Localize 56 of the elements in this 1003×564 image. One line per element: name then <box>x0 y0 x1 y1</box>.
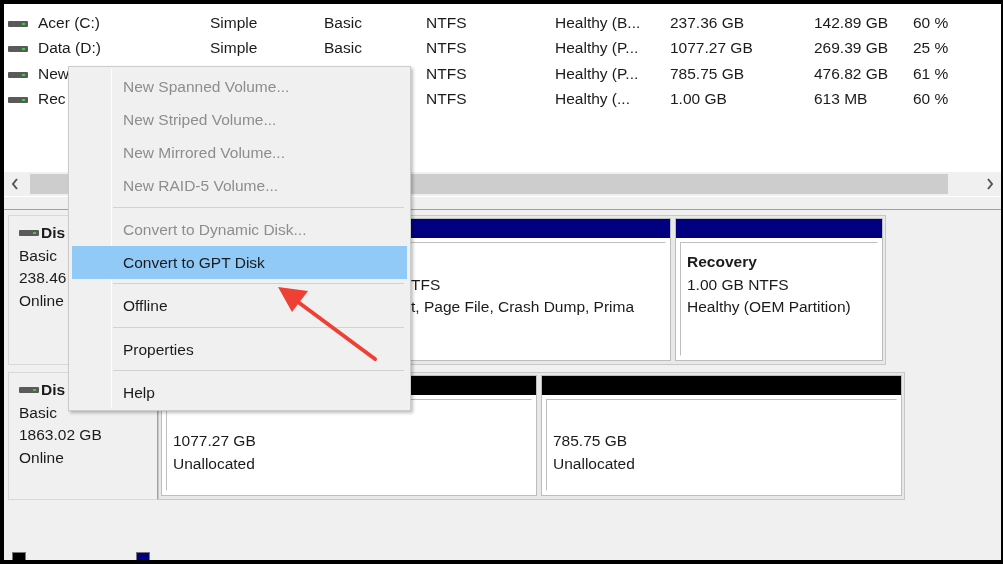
layout-cell-text: Simple <box>210 13 259 32</box>
partition-info: t, Page File, Crash Dump, Prima <box>411 297 636 317</box>
partition-block[interactable]: Recovery 1.00 GB NTFS Healthy (OEM Partition) <box>675 218 883 361</box>
disk-info: Basic <box>19 245 57 266</box>
capacity-cell-text: 237.36 GB <box>670 13 746 32</box>
menu-item[interactable]: Convert to GPT Disk <box>72 245 407 279</box>
volume-name: Acer (C:) <box>38 13 101 32</box>
drive-icon <box>19 386 39 395</box>
free-space-cell-text: 613 MB <box>814 90 869 109</box>
partition-info: Healthy (OEM Partition) <box>687 297 852 317</box>
layout-cell-text: Simple <box>210 39 259 58</box>
type-cell-text: Basic <box>324 39 363 58</box>
percent-free-cell-text: 60 % <box>913 90 950 109</box>
partition-info: TFS <box>411 274 442 295</box>
file-system-cell-text: NTFS <box>426 90 468 109</box>
type-cell-text: Basic <box>324 13 363 32</box>
drive-icon <box>8 70 28 79</box>
percent-free-cell-text: 25 % <box>913 39 950 58</box>
partition-info: 1.00 GB NTFS <box>687 274 790 295</box>
disk-name: Dis <box>41 380 66 400</box>
file-system-cell-text: NTFS <box>426 64 468 83</box>
disk-info: Online <box>19 447 64 468</box>
drive-icon <box>8 96 28 105</box>
percent-free-cell-text: 61 % <box>913 64 950 83</box>
status-cell-text: Healthy (B... <box>555 13 642 32</box>
drive-icon <box>19 229 39 238</box>
disk-info: Basic <box>19 402 57 423</box>
drive-icon <box>8 45 28 54</box>
disk-info: Online <box>19 290 64 311</box>
drive-icon <box>8 19 28 28</box>
file-system-cell-text: NTFS <box>426 13 468 32</box>
volume-name: New <box>38 64 70 83</box>
free-space-cell-text: 269.39 GB <box>814 39 890 58</box>
scroll-right-icon[interactable] <box>986 178 994 190</box>
partition-info: Unallocated <box>553 453 636 474</box>
volume-name: Data (D:) <box>38 39 102 58</box>
capacity-cell-text: 785.75 GB <box>670 64 746 83</box>
partition-block[interactable]: 785.75 GB Unallocated <box>541 375 902 496</box>
free-space-cell-text: 476.82 GB <box>814 64 890 83</box>
scroll-left-icon[interactable] <box>11 178 19 190</box>
free-space-cell-text: 142.89 GB <box>814 13 890 32</box>
status-cell-text: Healthy (... <box>555 90 631 109</box>
file-system-cell-text: NTFS <box>426 39 468 58</box>
partition-info: 785.75 GB <box>553 431 629 451</box>
partition-name: Recovery <box>687 252 758 272</box>
percent-free-cell-text: 60 % <box>913 13 950 32</box>
disk-name: Dis <box>41 223 66 243</box>
status-cell-text: Healthy (P... <box>555 64 640 83</box>
disk-info: 238.46 <box>19 268 67 288</box>
partition-info: Unallocated <box>173 453 256 474</box>
capacity-cell-text: 1.00 GB <box>670 90 728 109</box>
partition-info: 1077.27 GB <box>173 431 257 451</box>
status-cell-text: Healthy (P... <box>555 39 640 58</box>
volume-name: Rec <box>38 90 67 109</box>
capacity-cell-text: 1077.27 GB <box>670 39 754 58</box>
disk-info: 1863.02 GB <box>19 425 102 445</box>
